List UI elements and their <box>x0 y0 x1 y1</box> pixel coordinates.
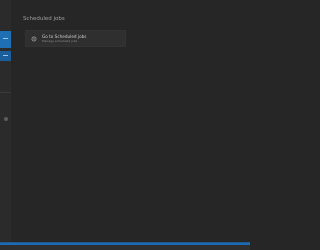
sidebar-tab-active[interactable] <box>0 31 11 48</box>
sidebar-tab-secondary[interactable] <box>0 51 11 61</box>
settings-icon <box>31 36 37 42</box>
go-to-scheduled-jobs-card[interactable]: Go to Scheduled jobs Manage scheduled jo… <box>25 30 126 47</box>
card-subtitle: Manage scheduled jobs <box>42 39 78 43</box>
section-title: Scheduled jobs <box>23 16 65 22</box>
main-content: Scheduled jobs Go to Scheduled jobs Mana… <box>11 0 250 243</box>
card-text: Go to Scheduled jobs Manage scheduled jo… <box>42 34 86 43</box>
sidebar-dot-icon[interactable] <box>4 117 8 121</box>
status-bar-accent <box>0 243 250 245</box>
status-bar <box>0 242 250 250</box>
sidebar <box>0 0 11 243</box>
sidebar-tab-mark <box>3 38 8 39</box>
sidebar-tab-mark <box>3 55 8 56</box>
sidebar-divider <box>0 92 11 93</box>
